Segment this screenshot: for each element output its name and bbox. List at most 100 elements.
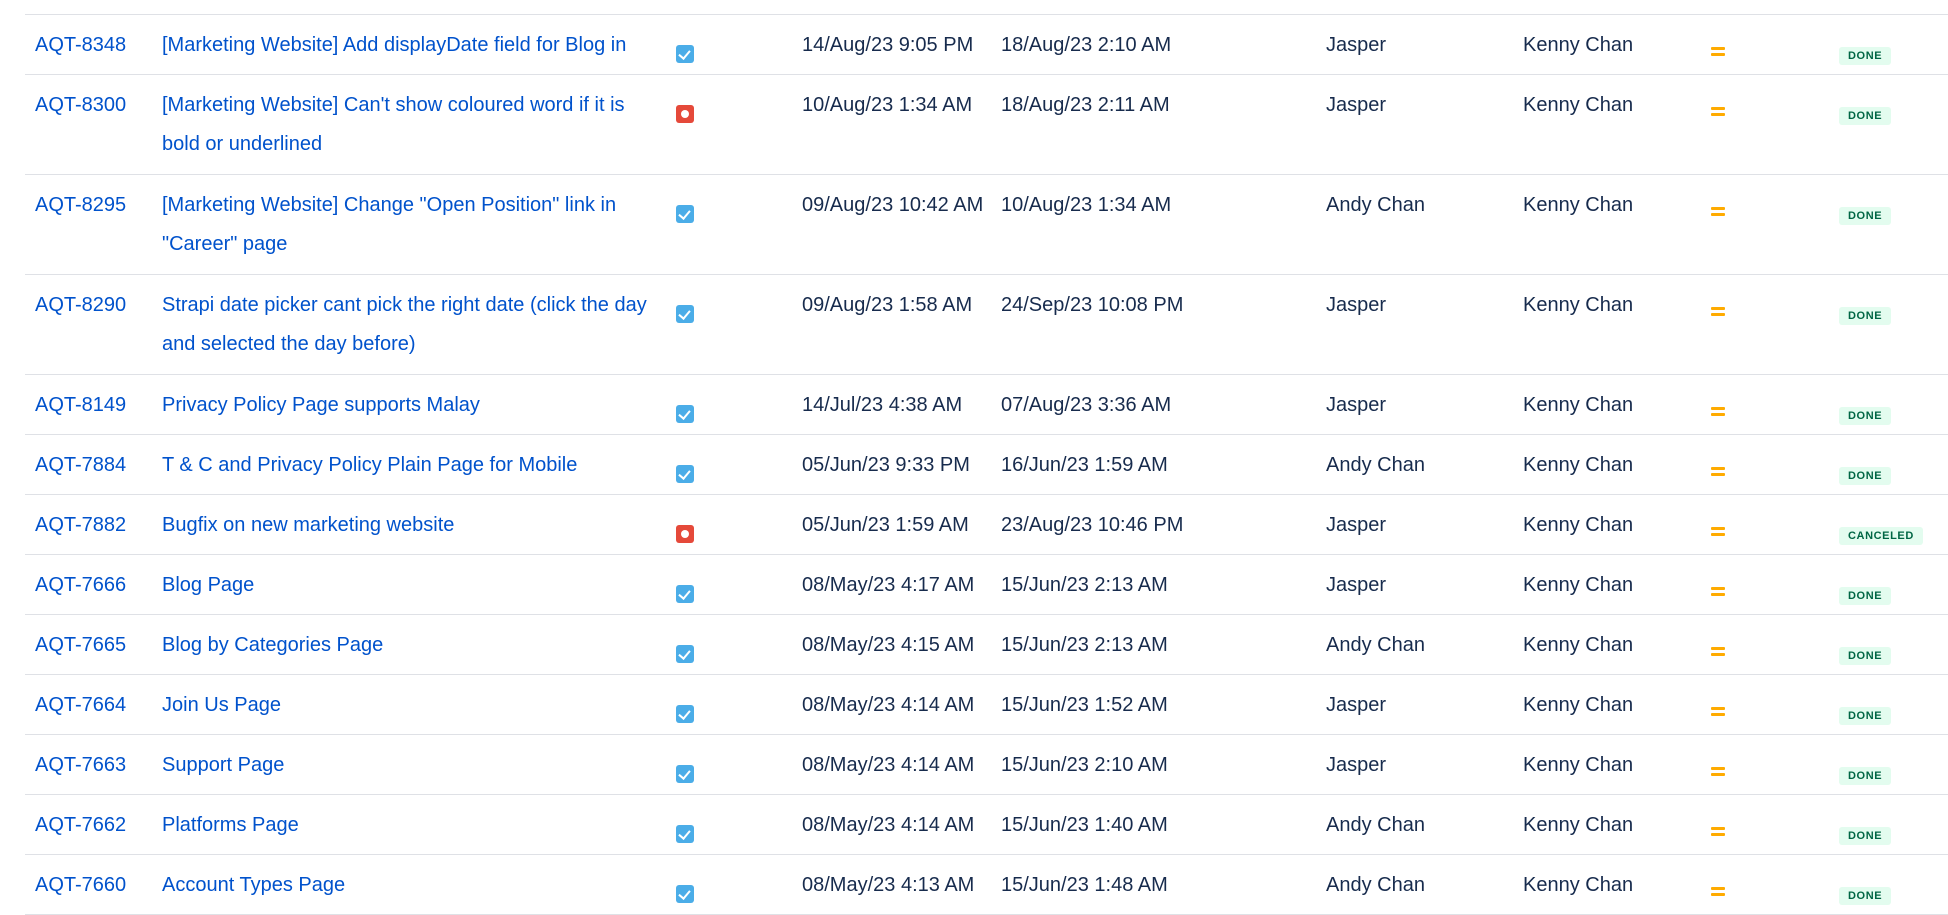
updated-date: 23/Aug/23 10:46 PM bbox=[1001, 514, 1184, 536]
table-row[interactable]: AQT-7666 Blog Page 08/May/23 4:17 AM 15/… bbox=[25, 555, 1948, 615]
issue-key-link[interactable]: AQT-7663 bbox=[35, 754, 126, 776]
issue-summary[interactable]: Join Us Page bbox=[162, 675, 652, 725]
issue-summary-link[interactable]: Support Page bbox=[162, 754, 284, 776]
issue-summary-link[interactable]: Blog Page bbox=[162, 574, 254, 596]
task-icon bbox=[676, 305, 694, 323]
issue-key-link[interactable]: AQT-8149 bbox=[35, 394, 126, 416]
created-date: 05/Jun/23 1:59 AM bbox=[802, 514, 969, 536]
reporter-name: Andy Chan bbox=[1326, 814, 1425, 836]
issue-key-link[interactable]: AQT-7882 bbox=[35, 514, 126, 536]
priority-medium-icon bbox=[1711, 826, 1725, 836]
issue-key[interactable]: AQT-7660 bbox=[35, 855, 126, 905]
assignee-name: Kenny Chan bbox=[1523, 754, 1634, 776]
assignee-name: Kenny Chan bbox=[1523, 394, 1634, 416]
table-row[interactable]: AQT-8295 [Marketing Website] Change "Ope… bbox=[25, 175, 1948, 275]
assignee-name: Kenny Chan bbox=[1523, 194, 1634, 216]
issue-type-cell bbox=[676, 194, 694, 223]
assignee-name: Kenny Chan bbox=[1523, 634, 1634, 656]
issue-summary[interactable]: [Marketing Website] Add displayDate fiel… bbox=[162, 15, 652, 65]
assignee-name: Kenny Chan bbox=[1523, 294, 1634, 316]
reporter-name: Jasper bbox=[1326, 394, 1387, 416]
issue-key[interactable]: AQT-7884 bbox=[35, 435, 126, 485]
issue-summary-link[interactable]: Account Types Page bbox=[162, 874, 345, 896]
reporter-name: Andy Chan bbox=[1326, 874, 1425, 896]
issue-key-link[interactable]: AQT-8348 bbox=[35, 34, 126, 56]
issue-summary[interactable]: Strapi date picker cant pick the right d… bbox=[162, 275, 652, 364]
issue-summary-link[interactable]: Bugfix on new marketing website bbox=[162, 514, 454, 536]
issue-summary[interactable]: Blog Page bbox=[162, 555, 652, 605]
table-row[interactable]: AQT-7664 Join Us Page 08/May/23 4:14 AM … bbox=[25, 675, 1948, 735]
priority-cell bbox=[1711, 195, 1725, 216]
issue-summary[interactable]: [Marketing Website] Can't show coloured … bbox=[162, 75, 652, 164]
issue-summary-link[interactable]: Privacy Policy Page supports Malay bbox=[162, 394, 480, 416]
updated-date: 16/Jun/23 1:59 AM bbox=[1001, 454, 1168, 476]
task-icon bbox=[676, 405, 694, 423]
issue-key[interactable]: AQT-8300 bbox=[35, 75, 126, 125]
issue-type-cell bbox=[676, 94, 694, 123]
table-row[interactable]: AQT-8149 Privacy Policy Page supports Ma… bbox=[25, 375, 1948, 435]
issue-summary-link[interactable]: Strapi date picker cant pick the right d… bbox=[162, 294, 647, 355]
table-row[interactable]: AQT-7882 Bugfix on new marketing website… bbox=[25, 495, 1948, 555]
table-row[interactable]: AQT-7884 T & C and Privacy Policy Plain … bbox=[25, 435, 1948, 495]
issue-summary[interactable]: Support Page bbox=[162, 735, 652, 785]
issue-key-link[interactable]: AQT-8290 bbox=[35, 294, 126, 316]
priority-cell bbox=[1711, 695, 1725, 716]
issue-key[interactable]: AQT-8149 bbox=[35, 375, 126, 425]
updated-date: 07/Aug/23 3:36 AM bbox=[1001, 394, 1172, 416]
table-row[interactable]: AQT-7663 Support Page 08/May/23 4:14 AM … bbox=[25, 735, 1948, 795]
issue-key[interactable]: AQT-7664 bbox=[35, 675, 126, 725]
issue-summary-link[interactable]: [Marketing Website] Can't show coloured … bbox=[162, 94, 625, 155]
task-icon bbox=[676, 705, 694, 723]
created-date: 08/May/23 4:15 AM bbox=[802, 634, 975, 656]
table-row[interactable]: AQT-8290 Strapi date picker cant pick th… bbox=[25, 275, 1948, 375]
priority-cell bbox=[1711, 95, 1725, 116]
table-row[interactable]: AQT-7665 Blog by Categories Page 08/May/… bbox=[25, 615, 1948, 675]
issue-key-link[interactable]: AQT-7662 bbox=[35, 814, 126, 836]
issue-key[interactable]: AQT-7882 bbox=[35, 495, 126, 545]
table-row[interactable]: AQT-7662 Platforms Page 08/May/23 4:14 A… bbox=[25, 795, 1948, 855]
issue-summary-link[interactable]: Platforms Page bbox=[162, 814, 299, 836]
issue-key-link[interactable]: AQT-7666 bbox=[35, 574, 126, 596]
created-date: 08/May/23 4:14 AM bbox=[802, 754, 975, 776]
issue-summary[interactable]: Privacy Policy Page supports Malay bbox=[162, 375, 652, 425]
issue-key-link[interactable]: AQT-7660 bbox=[35, 874, 126, 896]
issue-key[interactable]: AQT-7665 bbox=[35, 615, 126, 665]
assignee-name: Kenny Chan bbox=[1523, 454, 1634, 476]
issue-summary[interactable]: [Marketing Website] Change "Open Positio… bbox=[162, 175, 652, 264]
issue-type-cell bbox=[676, 34, 694, 63]
issue-key[interactable]: AQT-8290 bbox=[35, 275, 126, 325]
table-row[interactable]: AQT-8300 [Marketing Website] Can't show … bbox=[25, 75, 1948, 175]
issue-summary[interactable]: Blog by Categories Page bbox=[162, 615, 652, 665]
updated-date: 24/Sep/23 10:08 PM bbox=[1001, 294, 1184, 316]
issue-key[interactable]: AQT-8295 bbox=[35, 175, 126, 225]
issue-key[interactable]: AQT-7663 bbox=[35, 735, 126, 785]
issue-summary-link[interactable]: [Marketing Website] Add displayDate fiel… bbox=[162, 34, 626, 56]
issue-key-link[interactable]: AQT-7665 bbox=[35, 634, 126, 656]
issue-summary-link[interactable]: Blog by Categories Page bbox=[162, 634, 383, 656]
issue-key[interactable]: AQT-7666 bbox=[35, 555, 126, 605]
issue-summary[interactable]: Platforms Page bbox=[162, 795, 652, 845]
created-date: 14/Aug/23 9:05 PM bbox=[802, 34, 974, 56]
issue-summary-link[interactable]: [Marketing Website] Change "Open Positio… bbox=[162, 194, 616, 255]
status-badge: DONE bbox=[1839, 827, 1892, 845]
issue-summary-link[interactable]: Join Us Page bbox=[162, 694, 281, 716]
issue-summary[interactable]: Bugfix on new marketing website bbox=[162, 495, 652, 545]
issue-key-link[interactable]: AQT-8295 bbox=[35, 194, 126, 216]
issue-key-link[interactable]: AQT-7664 bbox=[35, 694, 126, 716]
table-row[interactable]: AQT-7660 Account Types Page 08/May/23 4:… bbox=[25, 855, 1948, 915]
reporter-name: Jasper bbox=[1326, 94, 1387, 116]
status-cell: DONE bbox=[1839, 296, 1892, 325]
issue-key-link[interactable]: AQT-8300 bbox=[35, 94, 126, 116]
status-cell: DONE bbox=[1839, 576, 1892, 605]
issue-type-cell bbox=[676, 814, 694, 843]
priority-cell bbox=[1711, 35, 1725, 56]
issue-key[interactable]: AQT-8348 bbox=[35, 15, 126, 65]
issue-summary-link[interactable]: T & C and Privacy Policy Plain Page for … bbox=[162, 454, 577, 476]
issue-key[interactable]: AQT-7662 bbox=[35, 795, 126, 845]
status-badge: DONE bbox=[1839, 107, 1892, 125]
issue-key-link[interactable]: AQT-7884 bbox=[35, 454, 126, 476]
issue-summary[interactable]: T & C and Privacy Policy Plain Page for … bbox=[162, 435, 652, 485]
issue-summary[interactable]: Account Types Page bbox=[162, 855, 652, 905]
priority-medium-icon bbox=[1711, 46, 1725, 56]
table-row[interactable]: AQT-8348 [Marketing Website] Add display… bbox=[25, 15, 1948, 75]
